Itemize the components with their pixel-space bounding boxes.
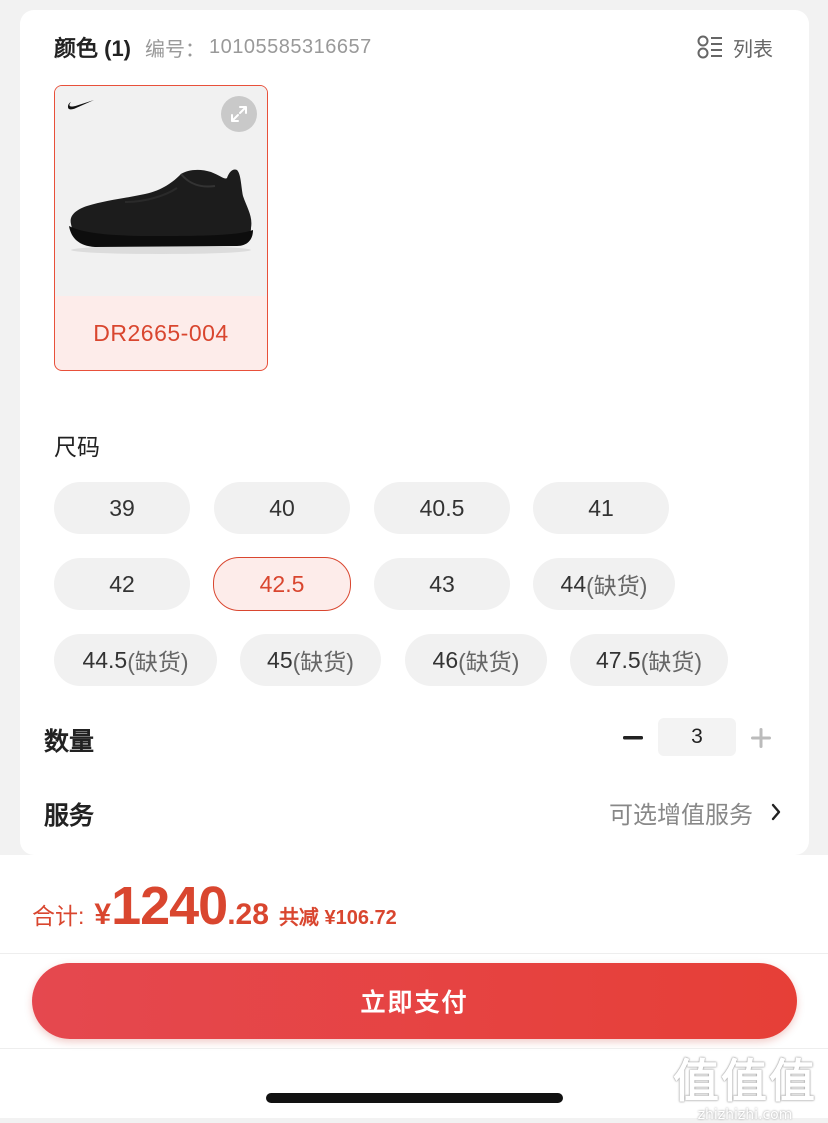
chevron-right-icon — [771, 803, 781, 821]
watermark: 值值值 zhizhizhi.com — [670, 1045, 820, 1123]
size-option-out-of-stock[interactable]: 44.5 (缺货) — [54, 634, 217, 686]
size-option[interactable]: 42 — [54, 558, 190, 610]
size-option-selected[interactable]: 42.5 — [213, 557, 351, 611]
size-value: 44 — [560, 570, 587, 597]
size-status: (缺货) — [127, 649, 189, 675]
list-view-toggle[interactable]: 列表 — [697, 32, 773, 62]
size-option-out-of-stock[interactable]: 44 (缺货) — [533, 558, 675, 610]
size-status: (缺货) — [586, 573, 648, 599]
size-option[interactable]: 41 — [533, 482, 669, 534]
size-value: 40.5 — [419, 494, 465, 521]
quantity-value[interactable]: 3 — [658, 718, 736, 756]
total-label: 合计: — [32, 903, 85, 929]
list-view-icon — [697, 35, 722, 59]
service-label: 服务 — [44, 802, 95, 830]
size-option-out-of-stock[interactable]: 47.5 (缺货) — [570, 634, 728, 686]
sku-label: 编号： — [145, 38, 206, 61]
checkout-footer: 合计: ¥ 1240 .28 共减 ¥106.72 立即支付 值值值 zhizh… — [0, 855, 828, 1123]
minus-icon[interactable] — [618, 722, 648, 754]
size-status: (缺货) — [458, 649, 520, 675]
size-option[interactable]: 40 — [214, 482, 350, 534]
value-added-service-link[interactable]: 可选增值服务 — [609, 796, 781, 829]
size-value: 42 — [109, 570, 135, 597]
total-decimal: .28 — [227, 898, 269, 931]
discount-text: 共减 ¥106.72 — [278, 907, 397, 929]
size-value: 47.5 — [595, 646, 641, 673]
plus-icon[interactable] — [746, 722, 776, 754]
divider — [0, 953, 828, 954]
size-option-out-of-stock[interactable]: 45 (缺货) — [240, 634, 381, 686]
color-section-title: 颜色 (1) — [54, 36, 132, 61]
product-image — [55, 86, 267, 296]
product-code: DR2665-004 — [93, 319, 229, 346]
home-indicator — [266, 1093, 563, 1103]
service-link-text: 可选增值服务 — [609, 801, 753, 829]
sku-number: 10105585316657 — [209, 35, 372, 58]
size-value: 40 — [269, 494, 295, 521]
watermark-text: 值值值 — [673, 1054, 817, 1108]
size-value: 43 — [429, 570, 455, 597]
nike-swoosh-logo — [67, 100, 94, 110]
expand-icon[interactable] — [221, 96, 257, 132]
product-options-card: 颜色 (1) 编号： 10105585316657 列表 DR2665-004 … — [20, 10, 809, 855]
size-option[interactable]: 43 — [374, 558, 510, 610]
total-row: 合计: ¥ 1240 .28 共减 ¥106.72 — [32, 875, 397, 937]
size-value: 45 — [267, 646, 293, 673]
size-section-title: 尺码 — [54, 434, 100, 460]
size-option-out-of-stock[interactable]: 46 (缺货) — [405, 634, 547, 686]
size-value: 41 — [588, 494, 614, 521]
size-option[interactable]: 40.5 — [374, 482, 510, 534]
color-header: 颜色 (1) 编号： 10105585316657 — [54, 32, 372, 62]
shoe-image — [69, 169, 253, 254]
color-option-tile[interactable]: DR2665-004 — [54, 85, 268, 371]
total-integer: 1240 — [111, 876, 228, 936]
quantity-label: 数量 — [44, 728, 95, 756]
list-view-label: 列表 — [733, 38, 773, 61]
pay-now-button[interactable]: 立即支付 — [32, 963, 797, 1039]
total-currency: ¥ — [94, 898, 112, 931]
size-status: (缺货) — [640, 649, 703, 675]
size-value: 44.5 — [82, 646, 128, 673]
size-value: 46 — [432, 646, 459, 673]
size-option[interactable]: 39 — [54, 482, 190, 534]
size-value: 39 — [109, 494, 135, 521]
size-value: 42.5 — [259, 570, 305, 597]
size-status: (缺货) — [292, 649, 354, 675]
